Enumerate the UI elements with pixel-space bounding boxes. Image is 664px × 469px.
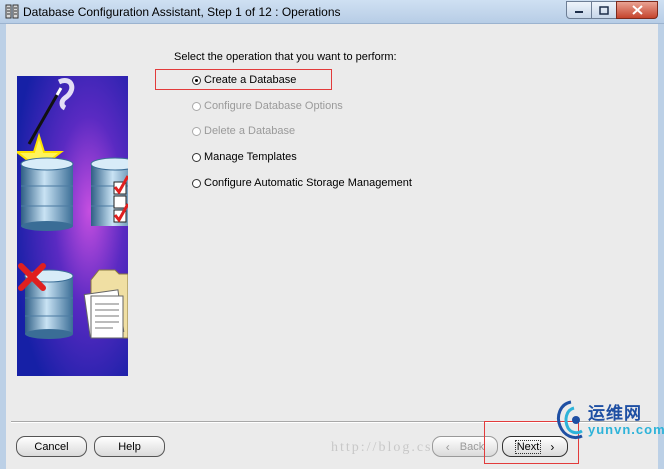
- site-logo: 运维网 yunvn.com: [552, 398, 664, 446]
- radio-button[interactable]: [192, 152, 201, 162]
- maximize-button[interactable]: [591, 1, 617, 19]
- close-icon: [631, 5, 643, 15]
- window-title: Database Configuration Assistant, Step 1…: [23, 5, 341, 19]
- option-configure-asm[interactable]: Configure Automatic Storage Management: [192, 176, 412, 190]
- option-label: Configure Automatic Storage Management: [204, 177, 412, 189]
- cancel-button[interactable]: Cancel: [16, 436, 87, 457]
- minimize-button[interactable]: [566, 1, 592, 19]
- back-chevron-icon: ‹: [445, 439, 450, 454]
- maximize-icon: [599, 5, 609, 15]
- database-icon: [20, 157, 74, 231]
- minimize-icon: [575, 11, 583, 13]
- option-configure-database-options[interactable]: Configure Database Options: [192, 99, 343, 113]
- logo-domain-text: yunvn.com: [588, 422, 664, 437]
- title-bar[interactable]: Database Configuration Assistant, Step 1…: [0, 0, 664, 24]
- wizard-illustration: [17, 76, 128, 376]
- option-label: Create a Database: [204, 74, 297, 86]
- app-icon: [5, 4, 19, 19]
- radio-button[interactable]: [192, 101, 201, 111]
- radio-button[interactable]: [192, 178, 201, 188]
- radio-button[interactable]: [192, 75, 201, 85]
- window-controls: [566, 1, 658, 19]
- option-create-database[interactable]: Create a Database: [192, 73, 296, 87]
- logo-swirl-icon: [556, 400, 583, 440]
- help-button[interactable]: Help: [94, 436, 165, 457]
- option-delete-database[interactable]: Delete a Database: [192, 124, 295, 138]
- operation-prompt: Select the operation that you want to pe…: [174, 51, 397, 63]
- checklist-icon: [113, 175, 128, 223]
- logo-chinese-text: 运维网: [588, 404, 642, 424]
- option-manage-templates[interactable]: Manage Templates: [192, 150, 297, 164]
- option-label: Configure Database Options: [204, 100, 343, 112]
- radio-button[interactable]: [192, 126, 201, 136]
- option-label: Manage Templates: [204, 151, 297, 163]
- option-label: Delete a Database: [204, 125, 296, 137]
- folder-icon: [83, 269, 128, 339]
- close-button[interactable]: [616, 1, 658, 19]
